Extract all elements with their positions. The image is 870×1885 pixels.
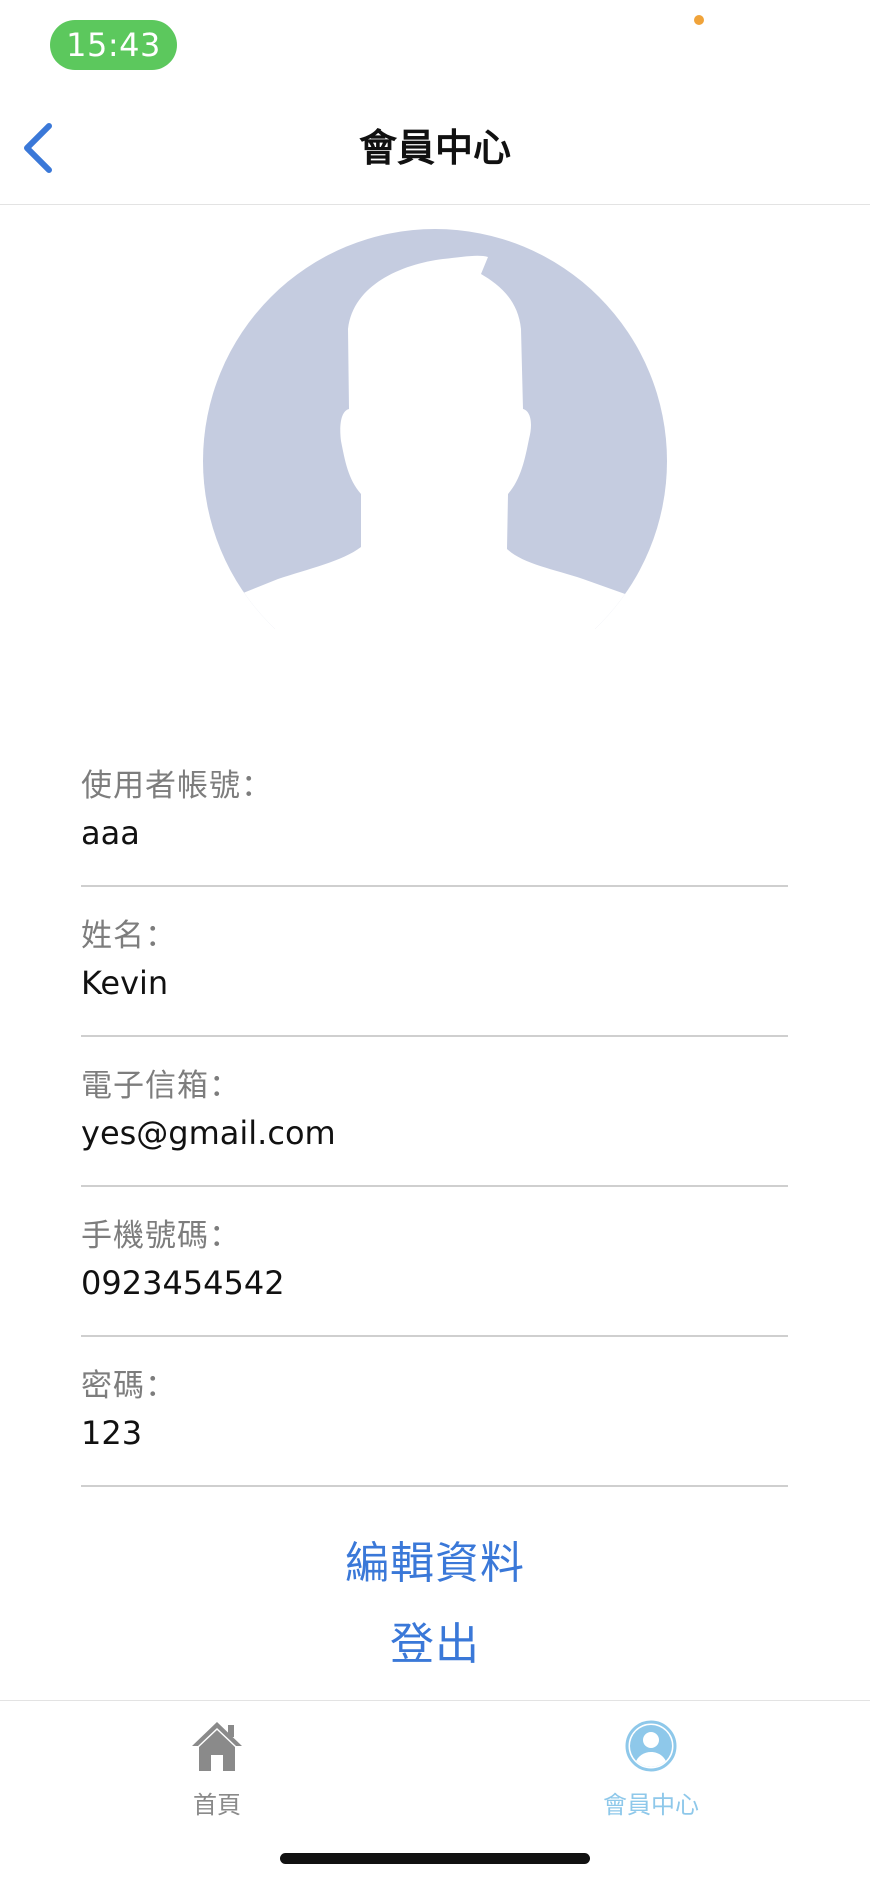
logout-button[interactable]: 登出 xyxy=(0,1608,870,1672)
info-row-password: 密碼： 123 xyxy=(81,1338,788,1487)
password-value: 123 xyxy=(81,1414,143,1452)
name-label: 姓名： xyxy=(81,918,177,954)
phone-label: 手機號碼： xyxy=(81,1218,241,1254)
default-avatar-silhouette-icon xyxy=(203,229,667,630)
phone-value: 0923454542 xyxy=(81,1264,285,1302)
email-label: 電子信箱： xyxy=(81,1068,241,1104)
tab-home[interactable]: 首頁 xyxy=(127,1719,307,1829)
password-label: 密碼： xyxy=(81,1368,177,1404)
tab-member-center[interactable]: 會員中心 xyxy=(561,1719,741,1829)
info-row-email: 電子信箱： yes@gmail.com xyxy=(81,1038,788,1187)
email-value: yes@gmail.com xyxy=(81,1114,336,1152)
info-row-name: 姓名： Kevin xyxy=(81,888,788,1037)
home-icon xyxy=(192,1722,242,1771)
account-value: aaa xyxy=(81,814,140,852)
privacy-indicator-dot xyxy=(694,15,704,25)
info-row-phone: 手機號碼： 0923454542 xyxy=(81,1188,788,1337)
edit-profile-button[interactable]: 編輯資料 xyxy=(0,1527,870,1591)
status-time: 15:43 xyxy=(50,20,177,70)
profile-info-list: 使用者帳號： aaa 姓名： Kevin 電子信箱： yes@gmail.com… xyxy=(81,738,788,1488)
status-bar: 15:43 xyxy=(0,0,870,92)
account-label: 使用者帳號： xyxy=(81,768,273,804)
avatar xyxy=(203,229,667,630)
info-row-account: 使用者帳號： aaa xyxy=(81,738,788,887)
tab-member-label: 會員中心 xyxy=(603,1791,699,1819)
nav-bar: 會員中心 xyxy=(0,92,870,205)
tab-home-label: 首頁 xyxy=(193,1791,241,1819)
member-icon xyxy=(625,1720,677,1772)
home-indicator[interactable] xyxy=(280,1853,590,1864)
name-value: Kevin xyxy=(81,964,169,1002)
page-title: 會員中心 xyxy=(358,126,511,170)
